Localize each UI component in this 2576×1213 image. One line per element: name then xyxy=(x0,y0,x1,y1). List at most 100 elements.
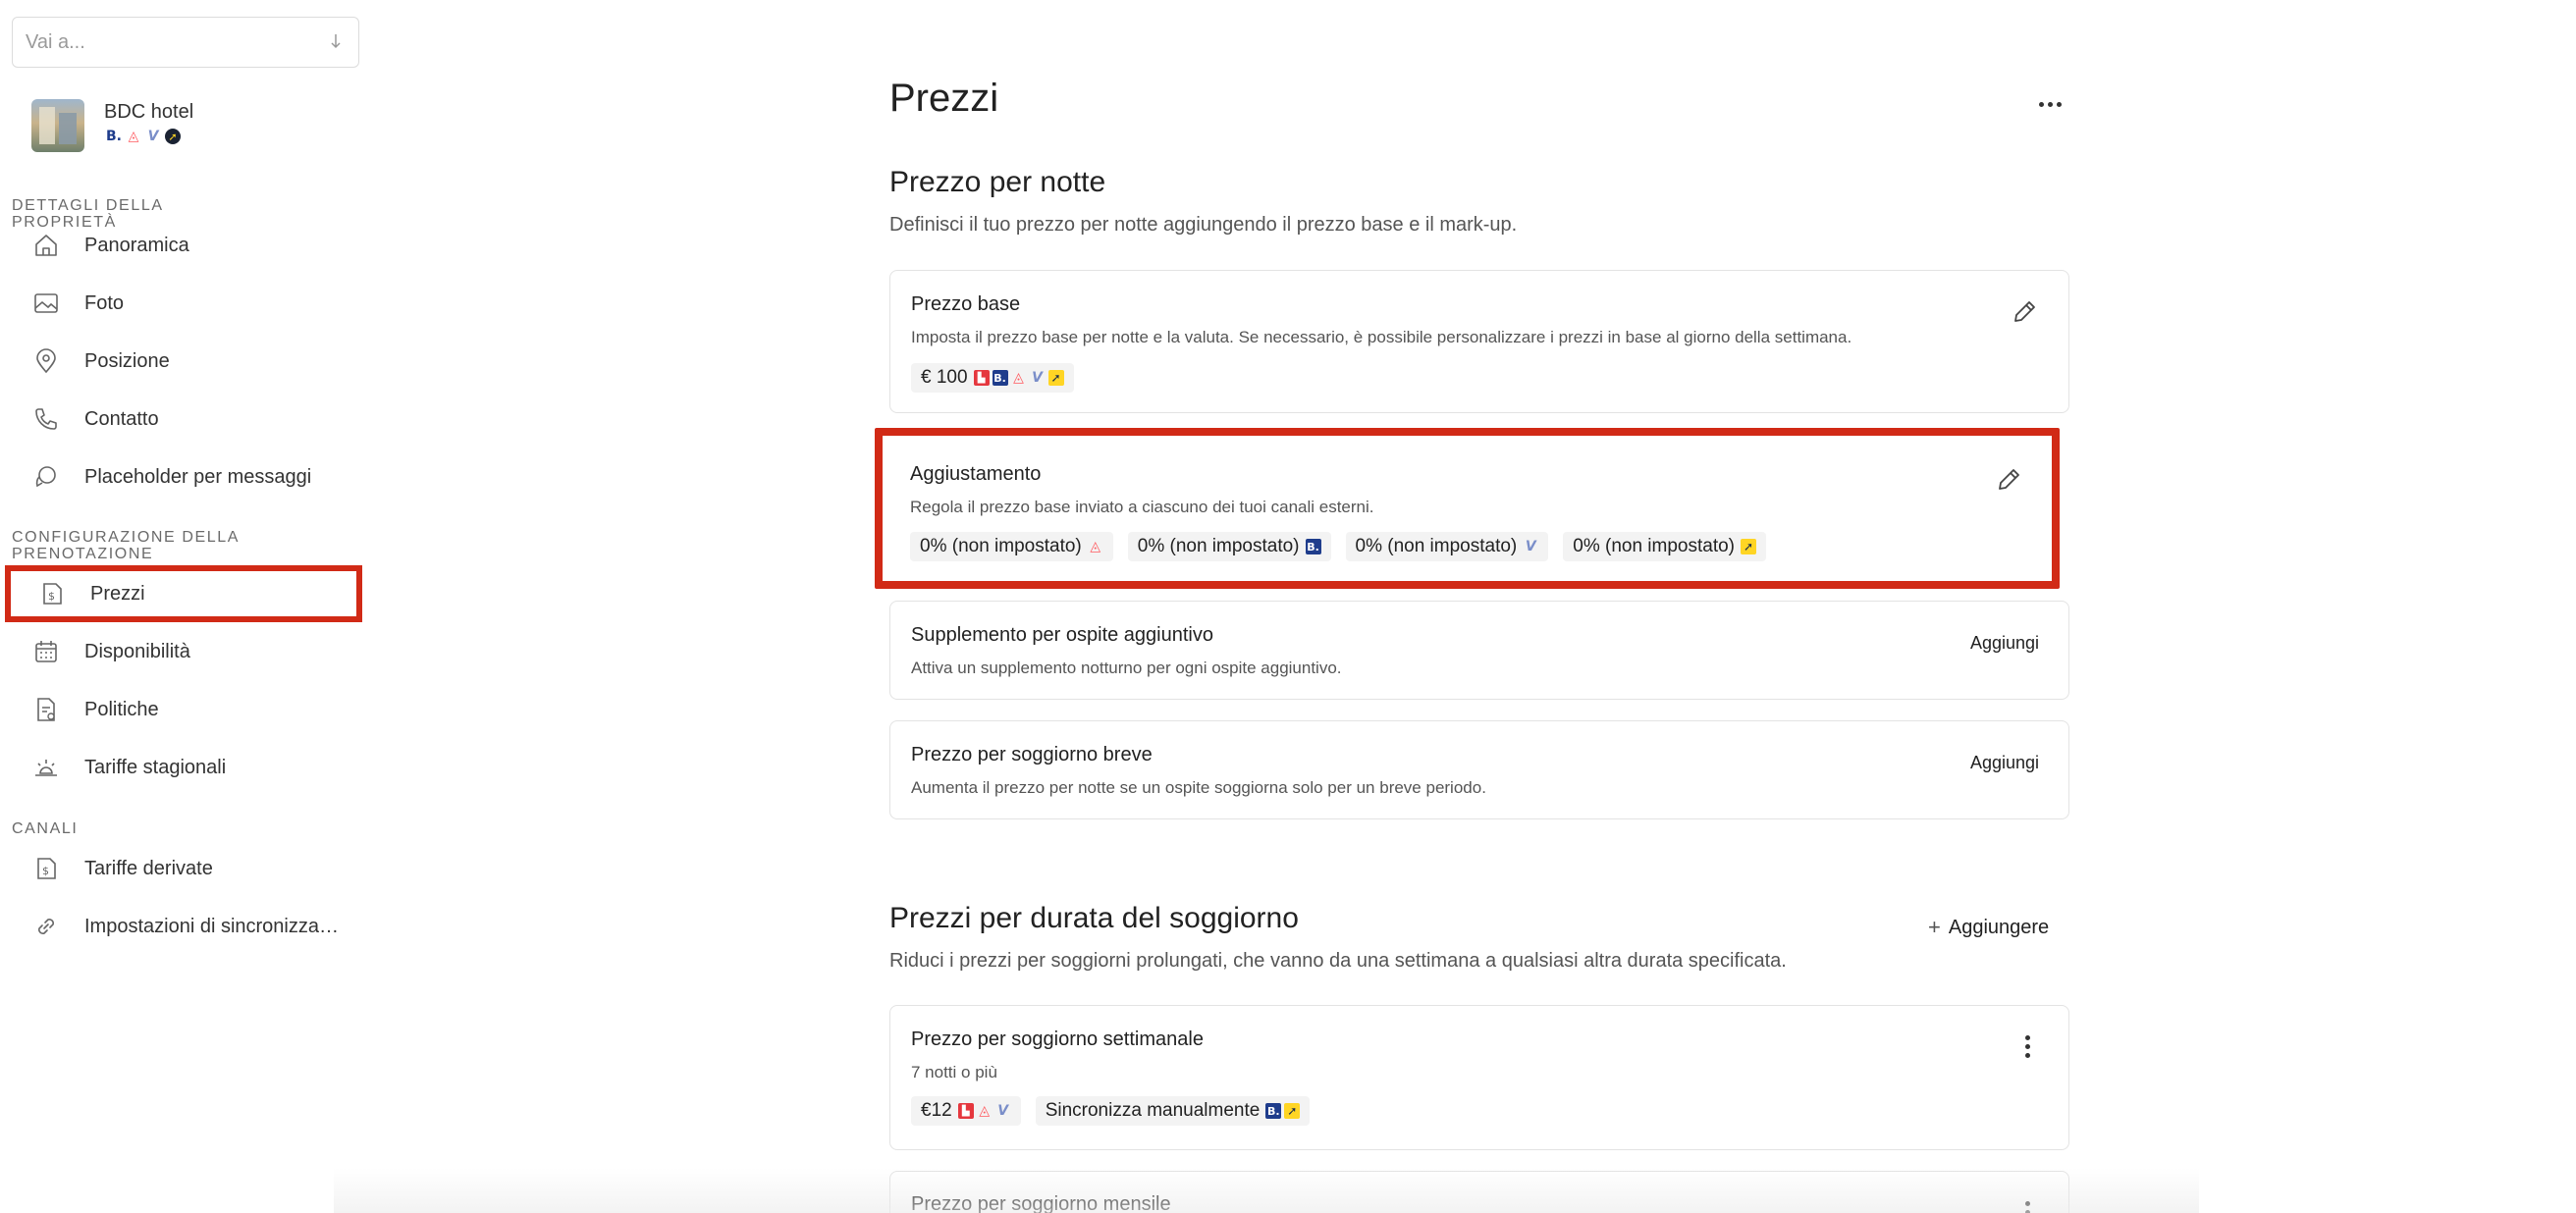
sidebar-item-label: Foto xyxy=(84,291,125,314)
vrbo-icon: V xyxy=(1032,370,1043,386)
sidebar-item-label: Placeholder per messaggi xyxy=(84,465,312,488)
base-price-chip: € 100 ▙ B. ◬ V ➚ xyxy=(911,363,1074,393)
manual-sync-label: Sincronizza manualmente xyxy=(1045,1100,1261,1121)
sidebar-item-prices[interactable]: $ Prezzi xyxy=(5,565,362,622)
plus-icon: + xyxy=(1928,915,1941,939)
channel-logos: ▙ B. ◬ V ➚ xyxy=(973,370,1064,386)
weekly-chips: €12 ▙ ◬ V Sincronizza manualmente B. ➚ xyxy=(911,1096,1311,1126)
policy-icon xyxy=(31,695,61,724)
expedia-icon: ➚ xyxy=(1047,370,1064,386)
monthly-options-button[interactable] xyxy=(2025,1201,2033,1213)
sidebar-item-seasonal-rates[interactable]: Tariffe stagionali xyxy=(31,744,355,791)
sidebar-item-derived-rates[interactable]: $ Tariffe derivate xyxy=(31,845,355,892)
vrbo-icon: V xyxy=(1525,539,1536,554)
card-description: Regola il prezzo base inviato a ciascuno… xyxy=(910,498,1374,516)
search-box[interactable] xyxy=(12,17,359,68)
sidebar-item-label: Disponibilità xyxy=(84,640,190,662)
search-input[interactable] xyxy=(13,18,358,67)
property-thumbnail xyxy=(31,99,84,152)
booking-icon: B. xyxy=(1265,1103,1282,1119)
section-booking-configuration: CONFIGURAZIONE DELLA PRENOTAZIONE xyxy=(12,529,240,562)
phone-icon xyxy=(31,404,61,434)
card-description: Imposta il prezzo base per notte e la va… xyxy=(911,328,1852,346)
chip-label: 0% (non impostato) xyxy=(1355,536,1518,556)
card-title: Prezzo per soggiorno mensile xyxy=(911,1193,1171,1213)
adjustment-chip-vrbo: 0% (non impostato) V xyxy=(1345,532,1549,561)
vrbo-icon: V xyxy=(997,1103,1009,1119)
edit-pencil-icon[interactable] xyxy=(2010,297,2039,327)
base-price-card: Prezzo base Imposta il prezzo base per n… xyxy=(889,270,2069,413)
add-extra-guest-button[interactable]: Aggiungi xyxy=(1970,633,2039,654)
card-description: Aumenta il prezzo per notte se un ospite… xyxy=(911,778,1486,797)
section-title-length-of-stay: Prezzi per durata del soggiorno xyxy=(889,902,1299,934)
adjustment-chip-booking: 0% (non impostato) B. xyxy=(1127,532,1331,561)
section-title-nightly: Prezzo per notte xyxy=(889,166,1106,198)
edit-pencil-icon[interactable] xyxy=(1994,465,2023,495)
adjustment-chips: 0% (non impostato) ◬ 0% (non impostato) … xyxy=(910,532,1766,561)
add-label: Aggiungere xyxy=(1948,916,2050,938)
base-price-chips: € 100 ▙ B. ◬ V ➚ xyxy=(911,363,1074,393)
booking-icon: B. xyxy=(992,370,1008,386)
sidebar-item-availability[interactable]: Disponibilità xyxy=(31,628,355,675)
sidebar-item-label: Tariffe stagionali xyxy=(84,756,227,778)
sidebar-item-sync-settings[interactable]: Impostazioni di sincronizza… xyxy=(31,903,355,950)
sidebar-item-label: Politiche xyxy=(84,698,159,720)
expedia-icon: ➚ xyxy=(1741,539,1756,554)
monthly-stay-card: Prezzo per soggiorno mensile xyxy=(889,1171,2069,1213)
hostaway-icon: ▙ xyxy=(957,1103,974,1119)
sidebar-item-message-placeholders[interactable]: Placeholder per messaggi xyxy=(31,453,355,501)
weekly-options-button[interactable] xyxy=(2025,1035,2033,1061)
card-title: Prezzo per soggiorno breve xyxy=(911,744,1153,765)
sun-icon xyxy=(31,753,61,782)
property-card[interactable]: BDC hotel B. ◬ V ➚ xyxy=(31,97,355,156)
sidebar-item-label: Impostazioni di sincronizza… xyxy=(84,915,339,937)
base-price-value: € 100 xyxy=(921,367,968,388)
add-length-of-stay-button[interactable]: + Aggiungere xyxy=(1928,915,2049,940)
more-options-button[interactable] xyxy=(2039,94,2068,107)
card-title: Supplemento per ospite aggiuntivo xyxy=(911,624,1213,646)
extra-guest-card: Supplemento per ospite aggiuntivo Attiva… xyxy=(889,601,2069,700)
svg-text:$: $ xyxy=(48,590,55,603)
vrbo-icon: V xyxy=(147,129,159,144)
arrow-down-icon xyxy=(331,34,341,49)
sidebar: BDC hotel B. ◬ V ➚ DETTAGLI DELLA PROPRI… xyxy=(0,0,371,1213)
calendar-icon xyxy=(31,637,61,666)
card-title: Prezzo per soggiorno settimanale xyxy=(911,1028,1204,1050)
home-icon xyxy=(31,231,61,260)
expedia-icon: ➚ xyxy=(1284,1103,1301,1119)
card-title: Prezzo base xyxy=(911,293,1021,315)
booking-icon: B. xyxy=(1305,539,1321,554)
weekly-stay-card: Prezzo per soggiorno settimanale 7 notti… xyxy=(889,1005,2069,1150)
card-description: Attiva un supplemento notturno per ogni … xyxy=(911,659,1342,677)
sidebar-item-overview[interactable]: Panoramica xyxy=(31,222,355,269)
sidebar-item-contact[interactable]: Contatto xyxy=(31,396,355,443)
sidebar-item-policies[interactable]: Politiche xyxy=(31,686,355,733)
sidebar-item-label: Panoramica xyxy=(84,234,189,256)
manual-sync-chip: Sincronizza manualmente B. ➚ xyxy=(1035,1096,1311,1126)
sidebar-item-label: Tariffe derivate xyxy=(84,857,213,879)
short-stay-card: Prezzo per soggiorno breve Aumenta il pr… xyxy=(889,720,2069,819)
sidebar-item-label: Contatto xyxy=(84,407,159,430)
property-name: BDC hotel xyxy=(104,101,194,123)
chip-label: 0% (non impostato) xyxy=(1573,536,1735,556)
page-title: Prezzi xyxy=(889,77,999,120)
property-channels: B. ◬ V ➚ xyxy=(106,129,181,144)
adjustment-chip-airbnb: 0% (non impostato) ◬ xyxy=(910,532,1113,561)
card-subtitle: 7 notti o più xyxy=(911,1063,997,1081)
adjustment-card: Aggiustamento Regola il prezzo base invi… xyxy=(875,428,2060,589)
add-short-stay-button[interactable]: Aggiungi xyxy=(1970,753,2039,773)
adjustment-chip-expedia: 0% (non impostato) ➚ xyxy=(1563,532,1766,561)
sidebar-item-photos[interactable]: Foto xyxy=(31,280,355,327)
section-channels: CANALI xyxy=(12,820,79,837)
weekly-price-value: €12 xyxy=(921,1100,952,1121)
airbnb-icon: ◬ xyxy=(128,129,139,144)
sidebar-item-location[interactable]: Posizione xyxy=(31,338,355,385)
expedia-icon: ➚ xyxy=(165,129,181,144)
airbnb-icon: ◬ xyxy=(979,1103,991,1119)
section-desc-length-of-stay: Riduci i prezzi per soggiorni prolungati… xyxy=(889,950,1787,972)
airbnb-icon: ◬ xyxy=(1090,539,1101,554)
airbnb-icon: ◬ xyxy=(1013,370,1024,386)
derived-rate-icon: $ xyxy=(31,854,61,883)
hostaway-icon: ▙ xyxy=(973,370,990,386)
weekly-price-chip: €12 ▙ ◬ V xyxy=(911,1096,1021,1126)
